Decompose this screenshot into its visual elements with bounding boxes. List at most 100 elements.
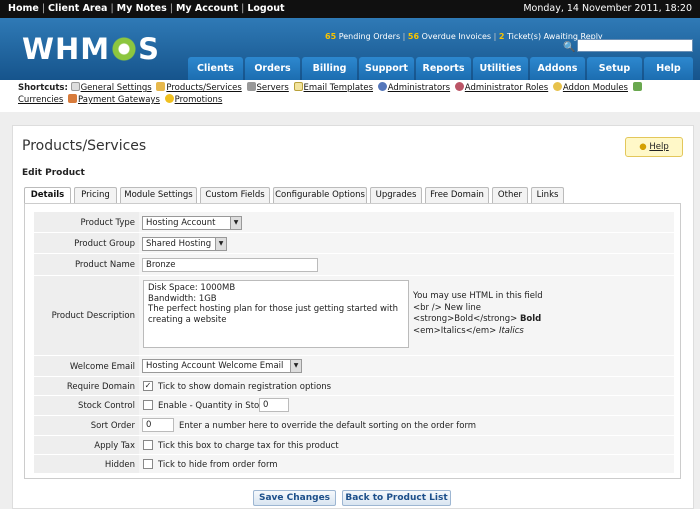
row-product-group: Product Group Shared Hosting ▼ xyxy=(34,233,674,254)
addon-icon xyxy=(552,82,562,91)
welcome-email-label: Welcome Email xyxy=(69,362,135,372)
product-description-textarea[interactable]: Disk Space: 1000MB Bandwidth: 1GB The pe… xyxy=(143,280,409,348)
row-welcome-email: Welcome Email Hosting Account Welcome Em… xyxy=(34,356,674,377)
my-account-link[interactable]: My Account xyxy=(176,3,238,14)
apply-tax-text: Tick this box to charge tax for this pro… xyxy=(158,441,339,451)
hidden-label: Hidden xyxy=(104,460,135,470)
shortcut-currencies[interactable]: Currencies xyxy=(18,95,63,105)
stock-control-checkbox[interactable] xyxy=(143,400,153,410)
edit-product-heading: Edit Product xyxy=(22,168,85,178)
form-buttons: Save Changes Back to Product List xyxy=(253,490,451,506)
email-icon xyxy=(293,82,303,91)
search-icon: 🔍 xyxy=(563,42,576,53)
overdue-invoices-count[interactable]: 56 xyxy=(408,32,419,41)
promotions-icon xyxy=(164,94,174,103)
row-hidden: Hidden Tick to hide from order form xyxy=(34,455,674,474)
home-link[interactable]: Home xyxy=(8,3,39,14)
chevron-down-icon: ▼ xyxy=(230,217,241,229)
row-stock-control: Stock Control Enable - Quantity in Stock… xyxy=(34,396,674,416)
shortcut-products-services[interactable]: Products/Services xyxy=(166,83,241,93)
back-to-product-list-button[interactable]: Back to Product List xyxy=(342,490,451,506)
logout-link[interactable]: Logout xyxy=(247,3,284,14)
tab-pricing[interactable]: Pricing xyxy=(74,187,117,203)
shortcut-addon-modules[interactable]: Addon Modules xyxy=(563,83,628,93)
chevron-down-icon: ▼ xyxy=(290,360,301,372)
sort-order-label: Sort Order xyxy=(90,421,135,431)
tab-configurable-options[interactable]: Configurable Options xyxy=(273,187,367,203)
row-product-description: Product Description Disk Space: 1000MB B… xyxy=(34,276,674,356)
product-type-select[interactable]: Hosting Account ▼ xyxy=(142,216,242,230)
product-name-input[interactable]: Bronze xyxy=(142,258,318,272)
nav-tab-orders[interactable]: Orders xyxy=(245,57,300,80)
shortcut-servers[interactable]: Servers xyxy=(257,83,289,93)
overdue-invoices-link[interactable]: Overdue Invoices xyxy=(422,32,491,41)
row-sort-order: Sort Order 0 Enter a number here to over… xyxy=(34,416,674,436)
client-area-link[interactable]: Client Area xyxy=(48,3,107,14)
shortcut-payment-gateways[interactable]: Payment Gateways xyxy=(78,95,160,105)
product-group-select[interactable]: Shared Hosting ▼ xyxy=(142,237,227,251)
help-button[interactable]: ● Help xyxy=(625,137,683,157)
main-nav: Clients Orders Billing Support Reports U… xyxy=(188,57,693,80)
shortcut-email-templates[interactable]: Email Templates xyxy=(304,83,374,93)
whmcs-logo[interactable]: WHM S xyxy=(22,32,160,66)
nav-tab-addons[interactable]: Addons xyxy=(530,57,585,80)
chevron-down-icon: ▼ xyxy=(215,238,226,250)
save-changes-button[interactable]: Save Changes xyxy=(253,490,336,506)
row-product-name: Product Name Bronze xyxy=(34,254,674,276)
shortcut-general-settings[interactable]: General Settings xyxy=(81,83,152,93)
header: WHM S 65 Pending Orders | 56 Overdue Invo… xyxy=(0,18,700,80)
require-domain-checkbox[interactable]: ✓ xyxy=(143,381,153,391)
stock-control-text: Enable - Quantity in Stock: xyxy=(158,401,272,411)
shortcuts-label: Shortcuts: xyxy=(18,83,68,93)
admin-icon xyxy=(377,82,387,91)
product-description-label: Product Description xyxy=(51,311,135,321)
header-stats: 65 Pending Orders | 56 Overdue Invoices … xyxy=(325,32,603,41)
lightbulb-icon: ● xyxy=(639,142,647,152)
pending-orders-link[interactable]: Pending Orders xyxy=(339,32,400,41)
stock-quantity-input[interactable]: 0 xyxy=(259,398,289,412)
top-links: Home | Client Area | My Notes | My Account | Log… xyxy=(8,3,285,14)
tickets-count[interactable]: 2 xyxy=(499,32,505,41)
sort-order-input[interactable]: 0 xyxy=(142,418,174,432)
admin-roles-icon xyxy=(454,82,464,91)
tab-custom-fields[interactable]: Custom Fields xyxy=(200,187,270,203)
product-tabs: Details Pricing Module Settings Custom F… xyxy=(24,187,564,203)
require-domain-label: Require Domain xyxy=(66,382,135,392)
tab-details[interactable]: Details xyxy=(24,187,71,203)
html-help-text: You may use HTML in this field <br /> Ne… xyxy=(413,291,543,336)
tab-links[interactable]: Links xyxy=(531,187,564,203)
nav-tab-reports[interactable]: Reports xyxy=(416,57,471,80)
tab-module-settings[interactable]: Module Settings xyxy=(120,187,197,203)
my-notes-link[interactable]: My Notes xyxy=(117,3,167,14)
currency-icon xyxy=(632,82,642,91)
product-group-label: Product Group xyxy=(74,239,135,249)
shortcuts-bar: Shortcuts: General Settings Products/Ser… xyxy=(18,82,688,106)
product-type-label: Product Type xyxy=(80,218,136,228)
search-input[interactable] xyxy=(577,39,693,52)
apply-tax-checkbox[interactable] xyxy=(143,440,153,450)
nav-tab-help[interactable]: Help xyxy=(644,57,693,80)
product-name-label: Product Name xyxy=(74,260,135,270)
nav-tab-billing[interactable]: Billing xyxy=(302,57,357,80)
pending-orders-count[interactable]: 65 xyxy=(325,32,336,41)
welcome-email-select[interactable]: Hosting Account Welcome Email ▼ xyxy=(142,359,302,373)
payment-icon xyxy=(68,94,77,103)
nav-tab-support[interactable]: Support xyxy=(359,57,414,80)
nav-tab-clients[interactable]: Clients xyxy=(188,57,243,80)
shortcut-administrator-roles[interactable]: Administrator Roles xyxy=(465,83,548,93)
row-apply-tax: Apply Tax Tick this box to charge tax fo… xyxy=(34,436,674,455)
sort-order-text: Enter a number here to override the defa… xyxy=(179,421,477,431)
tab-free-domain[interactable]: Free Domain xyxy=(425,187,489,203)
help-link[interactable]: Help xyxy=(649,142,668,152)
stock-control-label: Stock Control xyxy=(78,401,135,411)
shortcut-administrators[interactable]: Administrators xyxy=(388,83,450,93)
shortcut-promotions[interactable]: Promotions xyxy=(175,95,223,105)
tab-upgrades[interactable]: Upgrades xyxy=(370,187,422,203)
tab-other[interactable]: Other xyxy=(492,187,528,203)
hidden-text: Tick to hide from order form xyxy=(158,460,278,470)
require-domain-text: Tick to show domain registration options xyxy=(158,382,332,392)
hidden-checkbox[interactable] xyxy=(143,459,153,469)
nav-tab-utilities[interactable]: Utilities xyxy=(473,57,528,80)
nav-tab-setup[interactable]: Setup xyxy=(587,57,642,80)
apply-tax-label: Apply Tax xyxy=(94,441,135,451)
